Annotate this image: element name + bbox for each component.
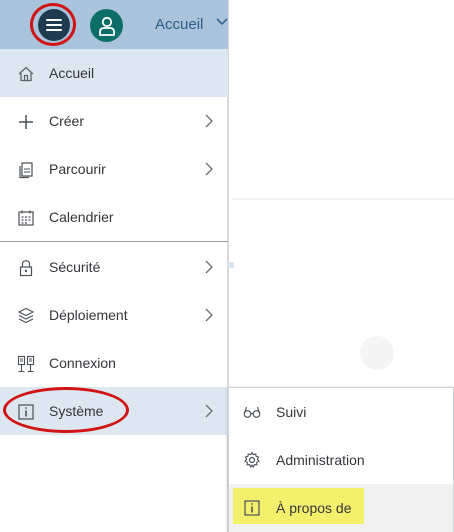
connection-icon (17, 355, 35, 373)
sidebar-item-label: Parcourir (49, 161, 106, 177)
lock-icon (19, 260, 33, 277)
sidebar-item-connexion[interactable]: Connexion (0, 339, 228, 387)
chevron-right-icon (205, 404, 213, 418)
chevron-right-icon (205, 308, 213, 322)
side-navigation: Accueil Créer Parcourir Calendrier Sécur… (0, 49, 228, 532)
menu-divider (0, 241, 228, 242)
user-avatar[interactable] (90, 9, 123, 42)
submenu-item-suivi[interactable]: Suivi (229, 388, 453, 436)
submenu-item-label: À propos de (276, 500, 352, 516)
home-icon (18, 66, 34, 82)
sidebar-item-label: Sécurité (49, 259, 101, 275)
chevron-down-icon[interactable] (216, 17, 228, 27)
sidebar-item-label: Système (49, 403, 104, 419)
sidebar-item-parcourir[interactable]: Parcourir (0, 145, 228, 193)
sidebar-item-systeme[interactable]: Système (0, 387, 228, 435)
sidebar-item-calendrier[interactable]: Calendrier (0, 193, 228, 241)
info-box-icon (18, 404, 34, 420)
sidebar-item-label: Calendrier (49, 209, 114, 225)
chevron-right-icon (205, 260, 213, 274)
calendar-icon (18, 210, 34, 226)
sidebar-item-creer[interactable]: Créer (0, 97, 228, 145)
menu-toggle-button[interactable] (38, 9, 70, 41)
submenu-item-a-propos[interactable]: À propos de (229, 484, 453, 532)
sidebar-item-label: Accueil (49, 65, 95, 81)
submenu-item-label: Suivi (276, 404, 307, 420)
sidebar-item-deploiement[interactable]: Déploiement (0, 291, 228, 339)
hamburger-menu-icon (46, 19, 62, 21)
sidebar-item-securite[interactable]: Sécurité (0, 243, 228, 291)
submenu-item-label: Administration (276, 452, 365, 468)
sidebar-item-label: Connexion (49, 355, 116, 371)
cube-stack-icon (17, 307, 35, 324)
sidebar-item-accueil[interactable]: Accueil (0, 49, 228, 97)
systeme-submenu: Suivi Administration À propos de (228, 387, 454, 532)
gear-icon (244, 451, 260, 468)
sidebar-item-label: Déploiement (49, 307, 128, 323)
glasses-icon (243, 406, 261, 418)
documents-icon (19, 162, 33, 179)
info-box-icon (244, 500, 260, 516)
plus-icon (19, 115, 33, 129)
user-avatar-icon (98, 16, 115, 36)
page-title[interactable]: Accueil (155, 16, 203, 33)
submenu-item-administration[interactable]: Administration (229, 436, 453, 484)
shell-header: Accueil (0, 0, 228, 49)
chevron-right-icon (205, 114, 213, 128)
chevron-right-icon (205, 162, 213, 176)
sidebar-item-label: Créer (49, 113, 85, 129)
